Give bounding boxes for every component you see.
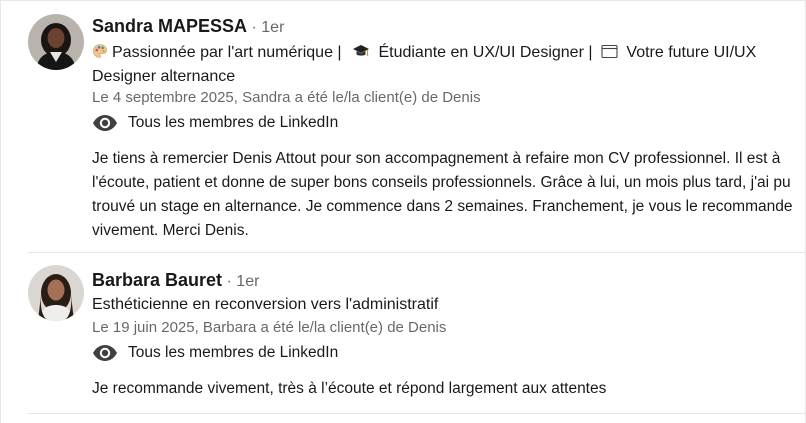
- avatar[interactable]: [28, 14, 84, 70]
- recommendation-item: Sandra MAPESSA · 1er Passionnée par l'ar…: [0, 0, 806, 253]
- avatar[interactable]: [28, 265, 84, 321]
- recommendation-text: Je recommande vivement, très à l’écoute …: [92, 380, 607, 397]
- visibility-label: Tous les membres de LinkedIn: [128, 114, 339, 131]
- recommendation-relationship: Le 4 septembre 2025, Sandra a été le/la …: [92, 89, 481, 106]
- recommender-name[interactable]: Sandra MAPESSA: [92, 16, 247, 36]
- recommender-headline: Esthéticienne en reconversion vers l'adm…: [92, 296, 439, 313]
- recommendation-text: Je tiens à remercier Denis Attout pour s…: [92, 150, 793, 239]
- recommender-name[interactable]: Barbara Bauret: [92, 270, 222, 290]
- graduation-cap-icon: [352, 43, 370, 66]
- artist-palette-icon: [92, 43, 108, 66]
- recommender-name-row: Sandra MAPESSA · 1er: [92, 16, 284, 37]
- browser-window-icon: [601, 44, 618, 66]
- connection-degree: · 1er: [226, 273, 260, 290]
- visibility-label: Tous les membres de LinkedIn: [128, 344, 339, 361]
- eye-icon: [93, 115, 117, 131]
- recommender-name-row: Barbara Bauret · 1er: [92, 270, 259, 291]
- visibility-row: Tous les membres de LinkedIn: [92, 342, 338, 364]
- eye-icon: [93, 345, 117, 361]
- recommender-headline: Passionnée par l'art numérique | Étudian…: [92, 42, 792, 88]
- divider: [28, 413, 806, 414]
- visibility-row: Tous les membres de LinkedIn: [92, 112, 338, 134]
- headline-part-1: Passionnée par l'art numérique |: [112, 44, 347, 61]
- recommendation-item: Barbara Bauret · 1er Esthéticienne en re…: [0, 253, 806, 423]
- headline-part-2: Étudiante en UX/UI Designer |: [374, 44, 597, 61]
- connection-degree: · 1er: [251, 19, 285, 36]
- recommendation-relationship: Le 19 juin 2025, Barbara a été le/la cli…: [92, 319, 447, 336]
